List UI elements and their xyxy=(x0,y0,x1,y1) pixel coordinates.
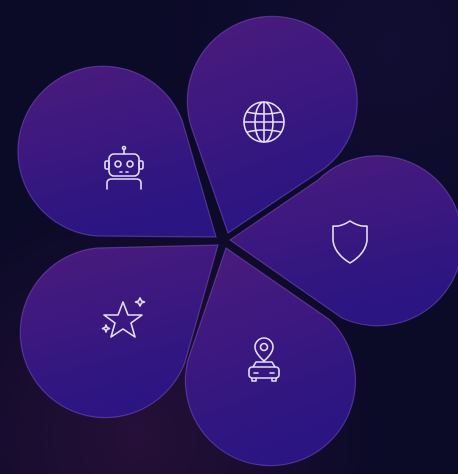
petal-robot[interactable] xyxy=(17,65,217,238)
globe-icon xyxy=(243,101,285,143)
flower-svg xyxy=(17,15,458,467)
flower-graphic xyxy=(0,0,458,474)
